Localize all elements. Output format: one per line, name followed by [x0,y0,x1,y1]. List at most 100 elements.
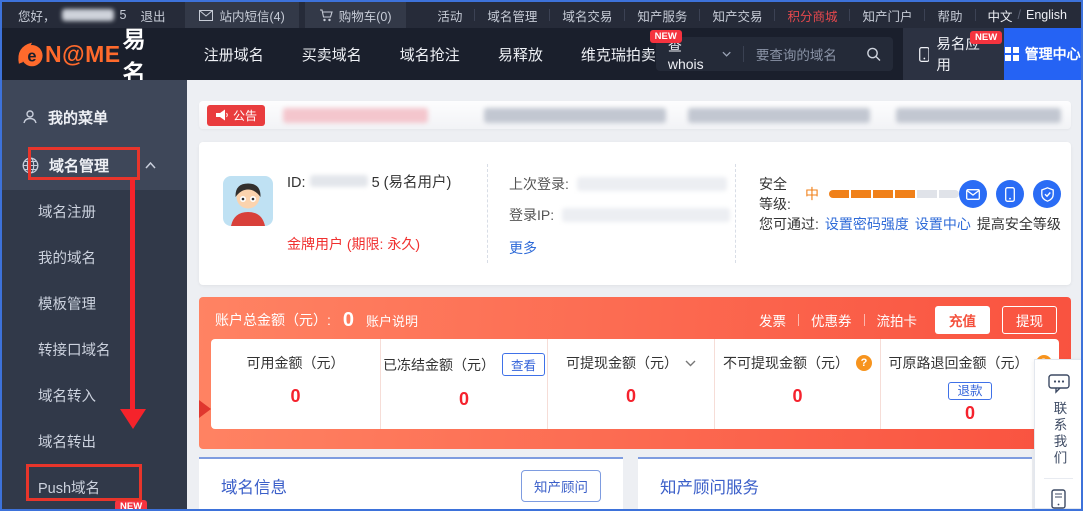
announcement-badge[interactable]: 公告 [207,105,265,126]
mobile-app-icon [919,46,930,63]
ip-advisor-service-card: 知产顾问服务 [638,457,1032,511]
sidebar-item-my-domains[interactable]: 我的域名 [2,236,187,282]
balance-header: 账户总金额（元）: 0 账户说明 发票 优惠券 流拍卡 充值 提现 [199,297,1071,334]
sidebar-item-transfer-out[interactable]: 域名转出 [2,420,187,466]
logo-text-en: N@ME [45,41,121,68]
top-link-ip-service[interactable]: 知产服务 [625,6,699,25]
top-link-domain-trade[interactable]: 域名交易 [550,6,624,25]
top-utility-bar: 您好， 5 退出 站内短信(4) 购物车(0) 活动 域名管理 域名交易 知产服… [2,2,1081,28]
available-balance-label: 可用金额（元） [247,353,345,373]
ename-logo-icon: e [14,35,45,73]
user-id-redacted [310,175,368,187]
manage-center-button[interactable]: 管理中心 [1004,28,1081,80]
set-password-link[interactable]: 设置密码强度 [825,214,909,234]
envelope-icon [199,10,213,21]
sidebar-my-menu[interactable]: 我的菜单 [2,100,187,134]
user-id: ID: 5 (易名用户) [287,172,459,194]
lang-en[interactable]: English [1026,8,1067,22]
security-meter [829,190,959,198]
megaphone-icon [215,109,228,121]
nav-register-domain[interactable]: 注册域名 [204,44,264,65]
refund-button[interactable]: 退款 [948,382,991,400]
ename-app-button[interactable]: 易名应用 NEW [903,28,1005,80]
announcement-redacted [688,108,870,123]
view-frozen-button[interactable]: 查看 [502,353,545,376]
total-balance-label: 账户总金额（元）: [215,310,331,330]
non-withdrawable-balance-label: 不可提现金额（元） [723,353,849,373]
sidebar-item-push-domain[interactable]: Push域名 [2,466,187,511]
top-link-points-mall[interactable]: 积分商城 [775,6,849,25]
nav-trade-domain[interactable]: 买卖域名 [302,44,362,65]
balance-header-links: 发票 优惠券 流拍卡 充值 提现 [759,306,1057,334]
chevron-down-icon [722,51,731,57]
svg-text:e: e [27,47,36,65]
lang-separator: / [1018,8,1021,22]
security-tip-label: 您可通过: [759,214,819,234]
contact-us-item[interactable]: 联系我们 [1048,374,1070,467]
search-icon[interactable] [866,46,881,62]
more-link[interactable]: 更多 [509,238,537,258]
chevron-down-icon[interactable] [685,360,696,367]
domain-search-input[interactable]: 要查询的域名 [756,44,866,64]
failed-auction-card-link[interactable]: 流拍卡 [877,310,918,330]
recharge-button[interactable]: 充值 [935,306,990,334]
sidebar-item-domain-register[interactable]: 域名注册 [2,190,187,236]
top-link-domain-mgmt[interactable]: 域名管理 [475,6,549,25]
last-login-label: 上次登录: [509,174,569,194]
available-balance-value: 0 [211,386,380,407]
nav-vickrey-auction[interactable]: 维克瑞拍卖 NEW [581,44,656,65]
withdrawable-balance-label: 可提现金额（元） [566,353,678,373]
annotation-arrow-head [120,409,146,429]
top-link-ip-portal[interactable]: 知产门户 [850,6,924,25]
avatar[interactable] [223,176,273,226]
phone-verified-icon[interactable] [996,180,1024,208]
new-badge: NEW [650,30,682,43]
total-balance-value: 0 [343,309,354,332]
account-note-link[interactable]: 账户说明 [366,311,418,330]
top-link-activity[interactable]: 活动 [425,6,474,25]
divider [735,164,736,263]
security-tip-suffix: 提高安全等级 [977,214,1061,234]
chevron-up-icon [145,162,156,169]
balance-card-notch [199,400,211,418]
domain-info-card: 域名信息 知产顾问 [199,457,623,511]
divider [487,164,488,263]
mobile-app-item[interactable]: 移动 [1049,489,1069,511]
contact-us-label: 联系我们 [1049,401,1069,467]
top-link-help[interactable]: 帮助 [925,6,974,25]
user-id-suffix: 5 (易名用户) [372,175,452,191]
site-messages[interactable]: 站内短信(4) [185,2,298,28]
last-login-row: 上次登录: [509,174,727,194]
help-icon[interactable]: ? [856,355,872,371]
coupon-link[interactable]: 优惠券 [811,310,852,330]
announcement-bar: 公告 [199,101,1071,129]
sidebar-item-template-mgmt[interactable]: 模板管理 [2,282,187,328]
sidebar-domain-mgmt[interactable]: 域名管理 [2,148,187,182]
settings-center-link[interactable]: 设置中心 [915,214,971,234]
lang-zh[interactable]: 中文 [988,6,1013,25]
ip-advisor-service-title: 知产顾问服务 [660,474,759,498]
ip-advisor-button[interactable]: 知产顾问 [521,470,601,502]
top-link-ip-trade[interactable]: 知产交易 [700,6,774,25]
sidebar-item-transfer-in[interactable]: 域名转入 [2,374,187,420]
nav-release[interactable]: 易释放 [498,44,543,65]
shield-verified-icon[interactable] [1033,180,1061,208]
ename-logo[interactable]: e N@ME 易名 [14,20,162,88]
cart[interactable]: 购物车(0) [305,2,406,28]
announcement-redacted [484,108,666,123]
whois-search-group: 查whois 要查询的域名 [656,37,893,71]
sidebar-item-transfer-port[interactable]: 转接口域名 [2,328,187,374]
user-id-label: ID: [287,175,306,191]
domain-info-title: 域名信息 [221,474,287,498]
globe-icon [22,157,39,174]
grid-icon [1005,47,1019,61]
main-navbar: e N@ME 易名 注册域名 买卖域名 域名抢注 易释放 维克瑞拍卖 NEW 查… [2,28,1081,80]
security-icons [959,180,1061,208]
withdraw-button[interactable]: 提现 [1002,306,1057,334]
invoice-link[interactable]: 发票 [759,310,786,330]
cart-icon [319,9,333,22]
nav-backorder[interactable]: 域名抢注 [400,44,460,65]
announcement-badge-label: 公告 [233,107,257,124]
cart-label: 购物车(0) [339,6,392,25]
email-verified-icon[interactable] [959,180,987,208]
